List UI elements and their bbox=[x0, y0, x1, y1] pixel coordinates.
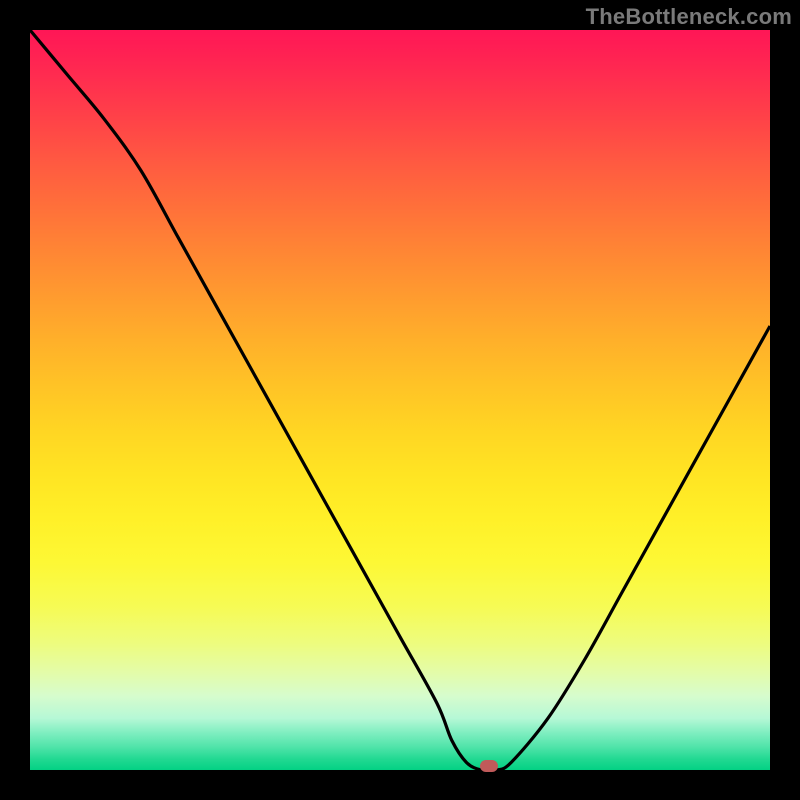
curve-path bbox=[30, 30, 770, 770]
watermark-text: TheBottleneck.com bbox=[586, 4, 792, 30]
plot-area bbox=[30, 30, 770, 770]
bottleneck-curve bbox=[30, 30, 770, 770]
chart-frame: TheBottleneck.com bbox=[0, 0, 800, 800]
minimum-marker bbox=[480, 760, 498, 772]
